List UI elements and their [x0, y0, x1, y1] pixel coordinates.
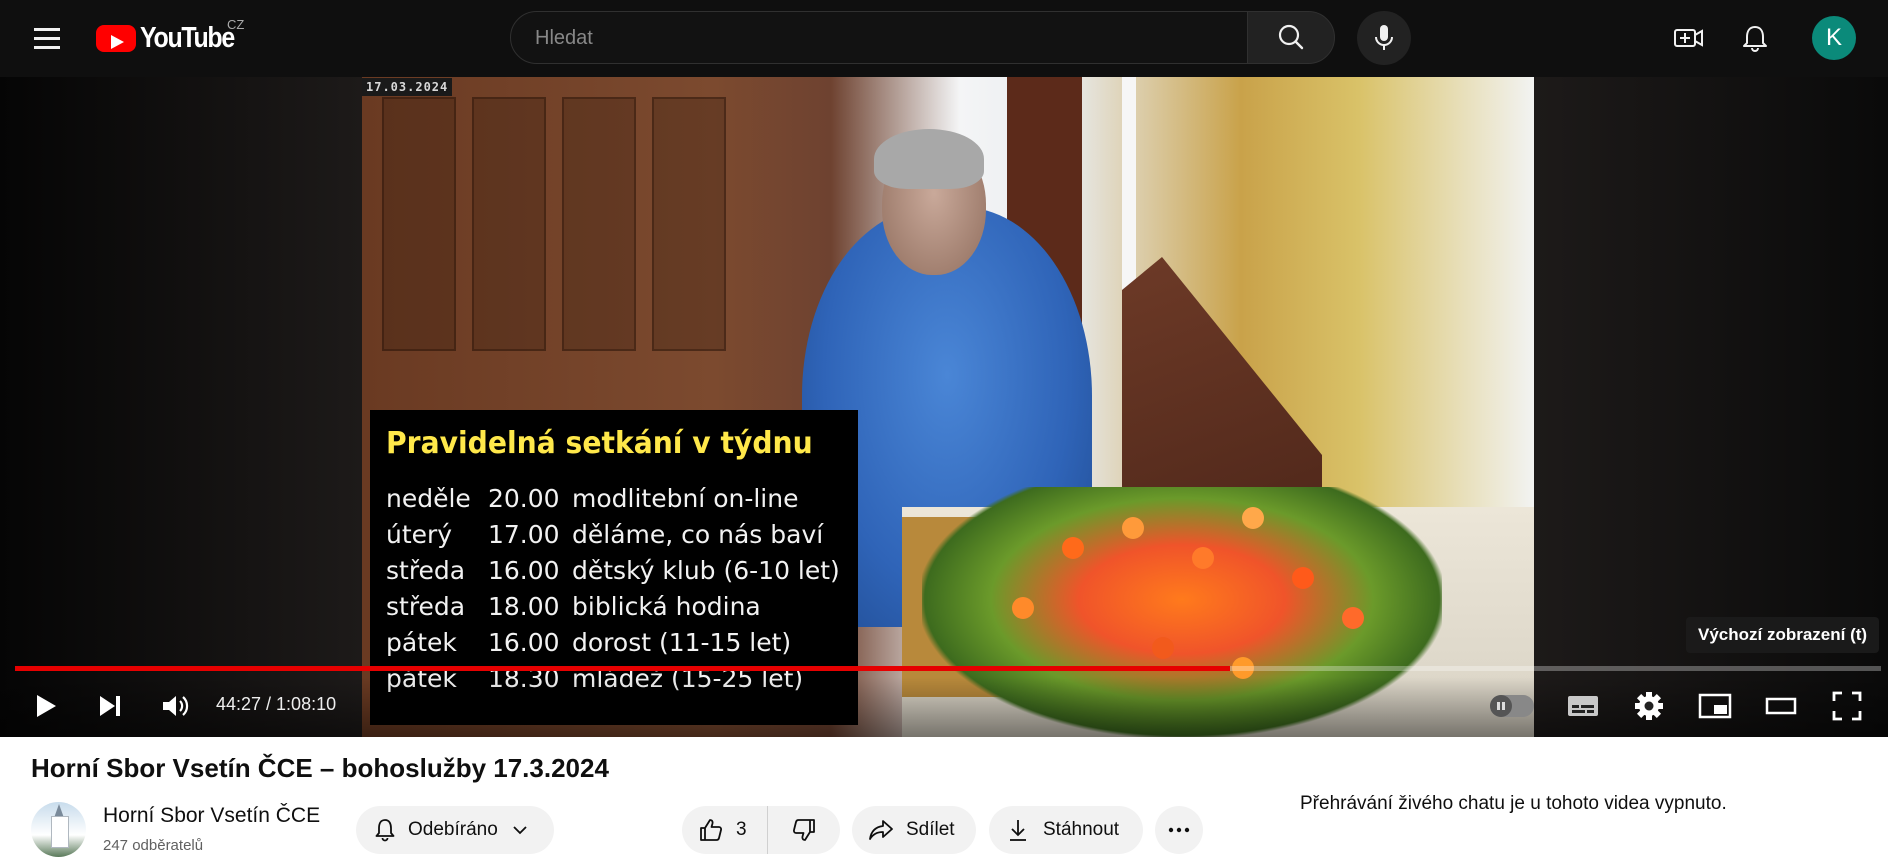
schedule-day: pátek	[386, 628, 457, 657]
door-panel	[652, 97, 726, 351]
voice-search-button[interactable]	[1357, 11, 1411, 65]
download-label: Stáhnout	[1043, 819, 1120, 840]
schedule-row: středa 18.00 biblická hodina	[386, 589, 858, 625]
miniplayer-button[interactable]	[1695, 686, 1735, 726]
schedule-time: 16.00	[488, 556, 560, 585]
masthead: YouTube CZ K	[0, 0, 1888, 77]
mic-icon	[1375, 25, 1393, 50]
fullscreen-icon	[1832, 691, 1862, 721]
dislike-button[interactable]	[768, 806, 840, 854]
like-count: 3	[736, 819, 747, 840]
schedule-day: neděle	[386, 484, 471, 513]
schedule-row: pátek 16.00 dorost (11-15 let)	[386, 625, 858, 661]
video-title: Horní Sbor Vsetín ČCE – bohoslužby 17.3.…	[31, 753, 609, 783]
logo-text: YouTube	[140, 22, 235, 54]
autoplay-toggle[interactable]	[1490, 695, 1534, 717]
door-panel	[472, 97, 546, 351]
fullscreen-button[interactable]	[1827, 686, 1867, 726]
subscribe-label: Odebíráno	[408, 819, 498, 840]
player-letterbox-left	[0, 77, 362, 737]
channel-name[interactable]: Horní Sbor Vsetín ČCE	[103, 804, 320, 828]
schedule-day: středa	[386, 592, 466, 621]
account-avatar[interactable]: K	[1812, 16, 1856, 60]
next-button[interactable]	[90, 686, 130, 726]
play-icon	[37, 695, 56, 717]
like-dislike-group: 3	[682, 806, 840, 854]
settings-button[interactable]	[1629, 686, 1669, 726]
volume-icon	[163, 696, 189, 716]
subscribe-button[interactable]: Odebíráno	[356, 806, 554, 854]
schedule-time: 16.00	[488, 628, 560, 657]
chevron-down-icon	[513, 826, 527, 835]
flower	[1012, 597, 1034, 619]
download-icon	[1010, 820, 1026, 841]
menu-icon[interactable]	[28, 20, 68, 56]
flower	[1342, 607, 1364, 629]
channel-avatar[interactable]	[31, 802, 86, 857]
more-actions-button[interactable]	[1155, 806, 1203, 854]
schedule-row: úterý 17.00 děláme, co nás baví	[386, 517, 858, 553]
subscriber-count: 247 odběratelů	[103, 837, 204, 854]
create-video-icon[interactable]	[1668, 18, 1708, 58]
schedule-activity: děláme, co nás baví	[572, 520, 824, 549]
download-button[interactable]: Stáhnout	[989, 806, 1143, 854]
search-icon	[1278, 24, 1304, 50]
schedule-time: 18.00	[488, 592, 560, 621]
schedule-list: neděle 20.00 modlitební on-line úterý 17.00 d…	[386, 481, 858, 697]
schedule-day: úterý	[386, 520, 453, 549]
theater-icon	[1765, 697, 1797, 715]
play-button[interactable]	[25, 686, 65, 726]
schedule-activity: dorost (11-15 let)	[572, 628, 792, 657]
progress-played	[15, 666, 1230, 671]
progress-bar[interactable]	[15, 666, 1881, 671]
like-button[interactable]: 3	[682, 806, 768, 854]
schedule-row: neděle 20.00 modlitební on-line	[386, 481, 858, 517]
video-date-stamp: 17.03.2024	[362, 78, 453, 96]
speaker-hair	[874, 129, 984, 189]
next-icon	[100, 696, 120, 716]
more-horizontal-icon	[1168, 827, 1190, 833]
live-chat-disabled-notice: Přehrávání živého chatu je u tohoto vide…	[1300, 793, 1727, 814]
schedule-activity: dětský klub (6-10 let)	[572, 556, 840, 585]
subtitles-button[interactable]	[1563, 686, 1603, 726]
bell-icon[interactable]	[1735, 18, 1775, 58]
flower	[1152, 637, 1174, 659]
schedule-title: Pravidelná setkání v týdnu	[386, 426, 813, 461]
flower	[1292, 567, 1314, 589]
search-input[interactable]	[533, 12, 1227, 65]
bell-icon	[375, 819, 395, 842]
schedule-activity: modlitební on-line	[572, 484, 799, 513]
door-panel	[382, 97, 456, 351]
video-player[interactable]: 17.03.2024 Pravidelná setkání v týdnu ne…	[0, 77, 1888, 737]
search-button[interactable]	[1247, 11, 1335, 64]
flower	[1242, 507, 1264, 529]
flower	[1122, 517, 1144, 539]
country-code: CZ	[227, 17, 245, 32]
theater-mode-tooltip: Výchozí zobrazení (t)	[1686, 617, 1880, 653]
share-icon	[869, 820, 893, 840]
schedule-time: 17.00	[488, 520, 560, 549]
share-label: Sdílet	[906, 819, 955, 840]
volume-button[interactable]	[155, 686, 195, 726]
schedule-row: středa 16.00 dětský klub (6-10 let)	[386, 553, 858, 589]
theater-mode-button[interactable]	[1761, 686, 1801, 726]
share-button[interactable]: Sdílet	[852, 806, 976, 854]
search-box	[510, 11, 1248, 65]
schedule-time: 20.00	[488, 484, 560, 513]
flower	[1192, 547, 1214, 569]
subtitles-icon	[1568, 696, 1598, 716]
youtube-logo-icon	[96, 25, 136, 52]
settings-icon	[1635, 692, 1663, 720]
pause-icon	[1490, 695, 1512, 717]
miniplayer-icon	[1698, 693, 1732, 719]
schedule-day: středa	[386, 556, 466, 585]
thumbs-down-icon	[792, 819, 815, 841]
time-display: 44:27 / 1:08:10	[216, 694, 337, 714]
thumbs-up-icon	[700, 819, 723, 841]
door-panel	[562, 97, 636, 351]
schedule-activity: biblická hodina	[572, 592, 761, 621]
flower	[1062, 537, 1084, 559]
